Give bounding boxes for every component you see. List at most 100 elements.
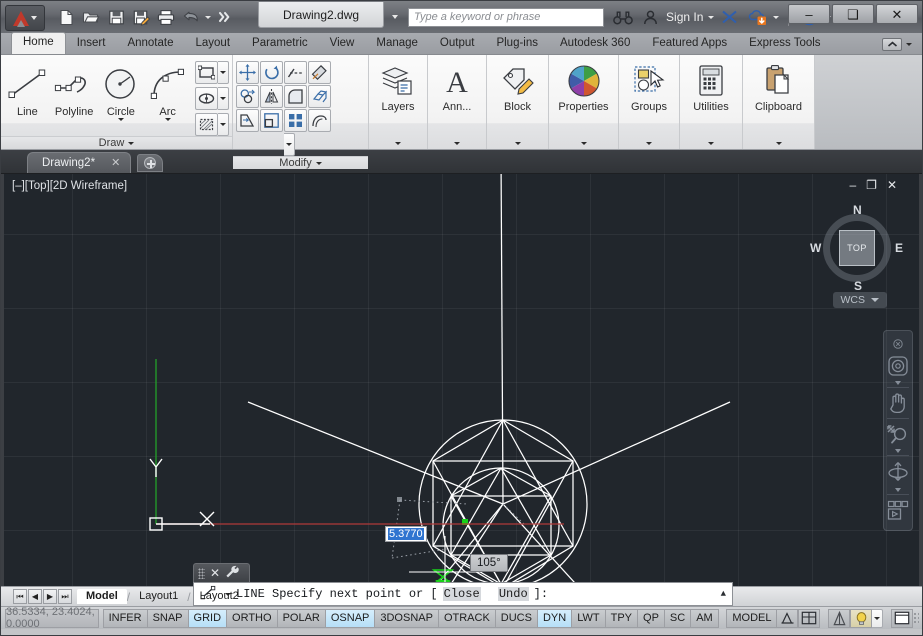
rectangle-tool-icon[interactable]	[195, 61, 218, 84]
drawing-tab-close-icon[interactable]: ✕	[111, 156, 120, 169]
tab-home[interactable]: Home	[11, 32, 66, 54]
rectangle-dropdown-icon[interactable]	[218, 61, 229, 84]
groups-panel-expand[interactable]	[619, 142, 679, 145]
status-toggle-qp[interactable]: QP	[637, 609, 664, 628]
mirror-icon[interactable]	[260, 85, 283, 108]
drag-handle-icon[interactable]	[198, 568, 205, 579]
saveas-icon[interactable]	[130, 6, 152, 28]
status-toggle-am[interactable]: AM	[690, 609, 719, 628]
command-keyword-undo[interactable]: Undo	[498, 587, 529, 601]
coordinates-display[interactable]: 36.5334, 23.4024, 0.0000	[5, 609, 99, 628]
panel-layers[interactable]: Layers	[369, 55, 428, 149]
autodesk-exchange-icon[interactable]	[719, 6, 741, 28]
draw-panel-expand-icon[interactable]	[128, 142, 134, 145]
command-line-close-icon[interactable]: ✕	[210, 566, 220, 580]
tab-output[interactable]: Output	[429, 34, 486, 54]
explode-icon[interactable]	[308, 85, 331, 108]
view-cube-west[interactable]: W	[810, 241, 821, 255]
tab-plugins[interactable]: Plug-ins	[485, 34, 549, 54]
command-expand-icon[interactable]: ▲	[721, 589, 726, 599]
tab-featured-apps[interactable]: Featured Apps	[641, 34, 738, 54]
layout-first-button[interactable]: ⏮	[13, 589, 27, 604]
updates-chevron-icon[interactable]	[773, 16, 779, 19]
view-cube-south[interactable]: S	[854, 279, 862, 293]
tab-manage[interactable]: Manage	[365, 34, 429, 54]
status-toggle-polar[interactable]: POLAR	[277, 609, 325, 628]
showmotion-icon[interactable]	[885, 497, 911, 525]
display-options-chevron-icon[interactable]	[872, 609, 883, 628]
copy-icon[interactable]	[236, 85, 259, 108]
tab-insert[interactable]: Insert	[66, 34, 117, 54]
minimize-ribbon-icon[interactable]	[882, 38, 902, 51]
hatch-tool-icon[interactable]	[195, 113, 218, 136]
workspace-switch-icon[interactable]	[828, 609, 850, 628]
undo-icon[interactable]	[180, 6, 202, 28]
layout-tab-layout2[interactable]: Layout2	[191, 589, 248, 604]
binoculars-icon[interactable]	[612, 6, 634, 28]
sign-in-chevron-icon[interactable]	[708, 16, 714, 19]
command-line-header[interactable]: ✕	[193, 563, 250, 582]
orbit-chevron-icon[interactable]	[895, 488, 901, 492]
move-icon[interactable]	[236, 61, 259, 84]
ribbon-options-chevron-icon[interactable]	[906, 43, 912, 46]
hatch-dropdown-icon[interactable]	[218, 113, 229, 136]
close-button[interactable]: ✕	[876, 4, 918, 24]
pan-hand-icon[interactable]	[885, 390, 911, 416]
person-icon[interactable]	[639, 6, 661, 28]
new-icon[interactable]	[55, 6, 77, 28]
navbar-close-icon[interactable]	[885, 337, 911, 351]
tab-annotate[interactable]: Annotate	[116, 34, 184, 54]
command-line[interactable]: ✕ LINE Specify next point or [Close Undo…	[193, 563, 733, 606]
tab-view[interactable]: View	[319, 34, 366, 54]
status-toggle-ducs[interactable]: DUCS	[495, 609, 537, 628]
view-cube-north[interactable]: N	[853, 203, 862, 217]
modify-panel-expand-icon[interactable]	[316, 162, 322, 165]
circle-dropdown-icon[interactable]	[118, 118, 124, 121]
tab-layout[interactable]: Layout	[185, 34, 242, 54]
rectangle-tool-button[interactable]	[195, 61, 229, 84]
circle-tool-button[interactable]: Circle	[98, 59, 145, 121]
ellipse-tool-button[interactable]	[195, 87, 229, 110]
orbit-icon[interactable]	[885, 458, 911, 486]
trim-icon[interactable]	[284, 61, 307, 84]
sign-in-button[interactable]: Sign In	[666, 10, 703, 24]
steeringwheel-icon[interactable]	[885, 353, 911, 379]
rotate-icon[interactable]	[260, 61, 283, 84]
arc-tool-button[interactable]: Arc	[144, 59, 191, 121]
panel-utilities[interactable]: Utilities	[680, 55, 743, 149]
trim-dropdown-icon[interactable]	[284, 133, 295, 156]
view-cube-face-top[interactable]: TOP	[839, 230, 875, 266]
undo-dropdown-icon[interactable]	[205, 16, 211, 19]
ellipse-dropdown-icon[interactable]	[218, 87, 229, 110]
zoom-magnifier-icon[interactable]	[885, 421, 911, 447]
panel-title-modify[interactable]: Modify	[233, 156, 368, 169]
tab-autodesk-360[interactable]: Autodesk 360	[549, 34, 641, 54]
steeringwheel-chevron-icon[interactable]	[895, 381, 901, 385]
application-menu-button[interactable]	[5, 5, 45, 31]
tab-parametric[interactable]: Parametric	[241, 34, 319, 54]
panel-block[interactable]: Block	[487, 55, 549, 149]
document-list-chevron-icon[interactable]	[392, 15, 398, 19]
drawing-tab-drawing2[interactable]: Drawing2* ✕	[27, 152, 131, 173]
command-keyword-close[interactable]: Close	[443, 587, 481, 601]
more-commands-icon[interactable]	[214, 6, 236, 28]
cloud-updates-icon[interactable]	[746, 6, 768, 28]
zoom-chevron-icon[interactable]	[895, 449, 901, 453]
line-tool-button[interactable]: Line	[4, 59, 51, 118]
dynamic-input-distance[interactable]: 5.3770	[385, 526, 427, 542]
view-cube-east[interactable]: E	[895, 241, 903, 255]
minimize-button[interactable]: –	[788, 4, 830, 24]
fillet-icon[interactable]	[284, 85, 307, 108]
plot-icon[interactable]	[155, 6, 177, 28]
status-toggle-lwt[interactable]: LWT	[571, 609, 604, 628]
save-icon[interactable]	[105, 6, 127, 28]
stretch-icon[interactable]	[236, 109, 259, 132]
scale-icon[interactable]	[260, 109, 283, 132]
tab-express-tools[interactable]: Express Tools	[738, 34, 831, 54]
wcs-dropdown[interactable]: WCS	[833, 292, 888, 308]
status-toggle-tpy[interactable]: TPY	[605, 609, 637, 628]
open-icon[interactable]	[80, 6, 102, 28]
view-cube[interactable]: TOP N E S W	[815, 206, 899, 290]
array-icon[interactable]	[284, 109, 307, 132]
annotation-scale-icon[interactable]	[776, 609, 798, 628]
